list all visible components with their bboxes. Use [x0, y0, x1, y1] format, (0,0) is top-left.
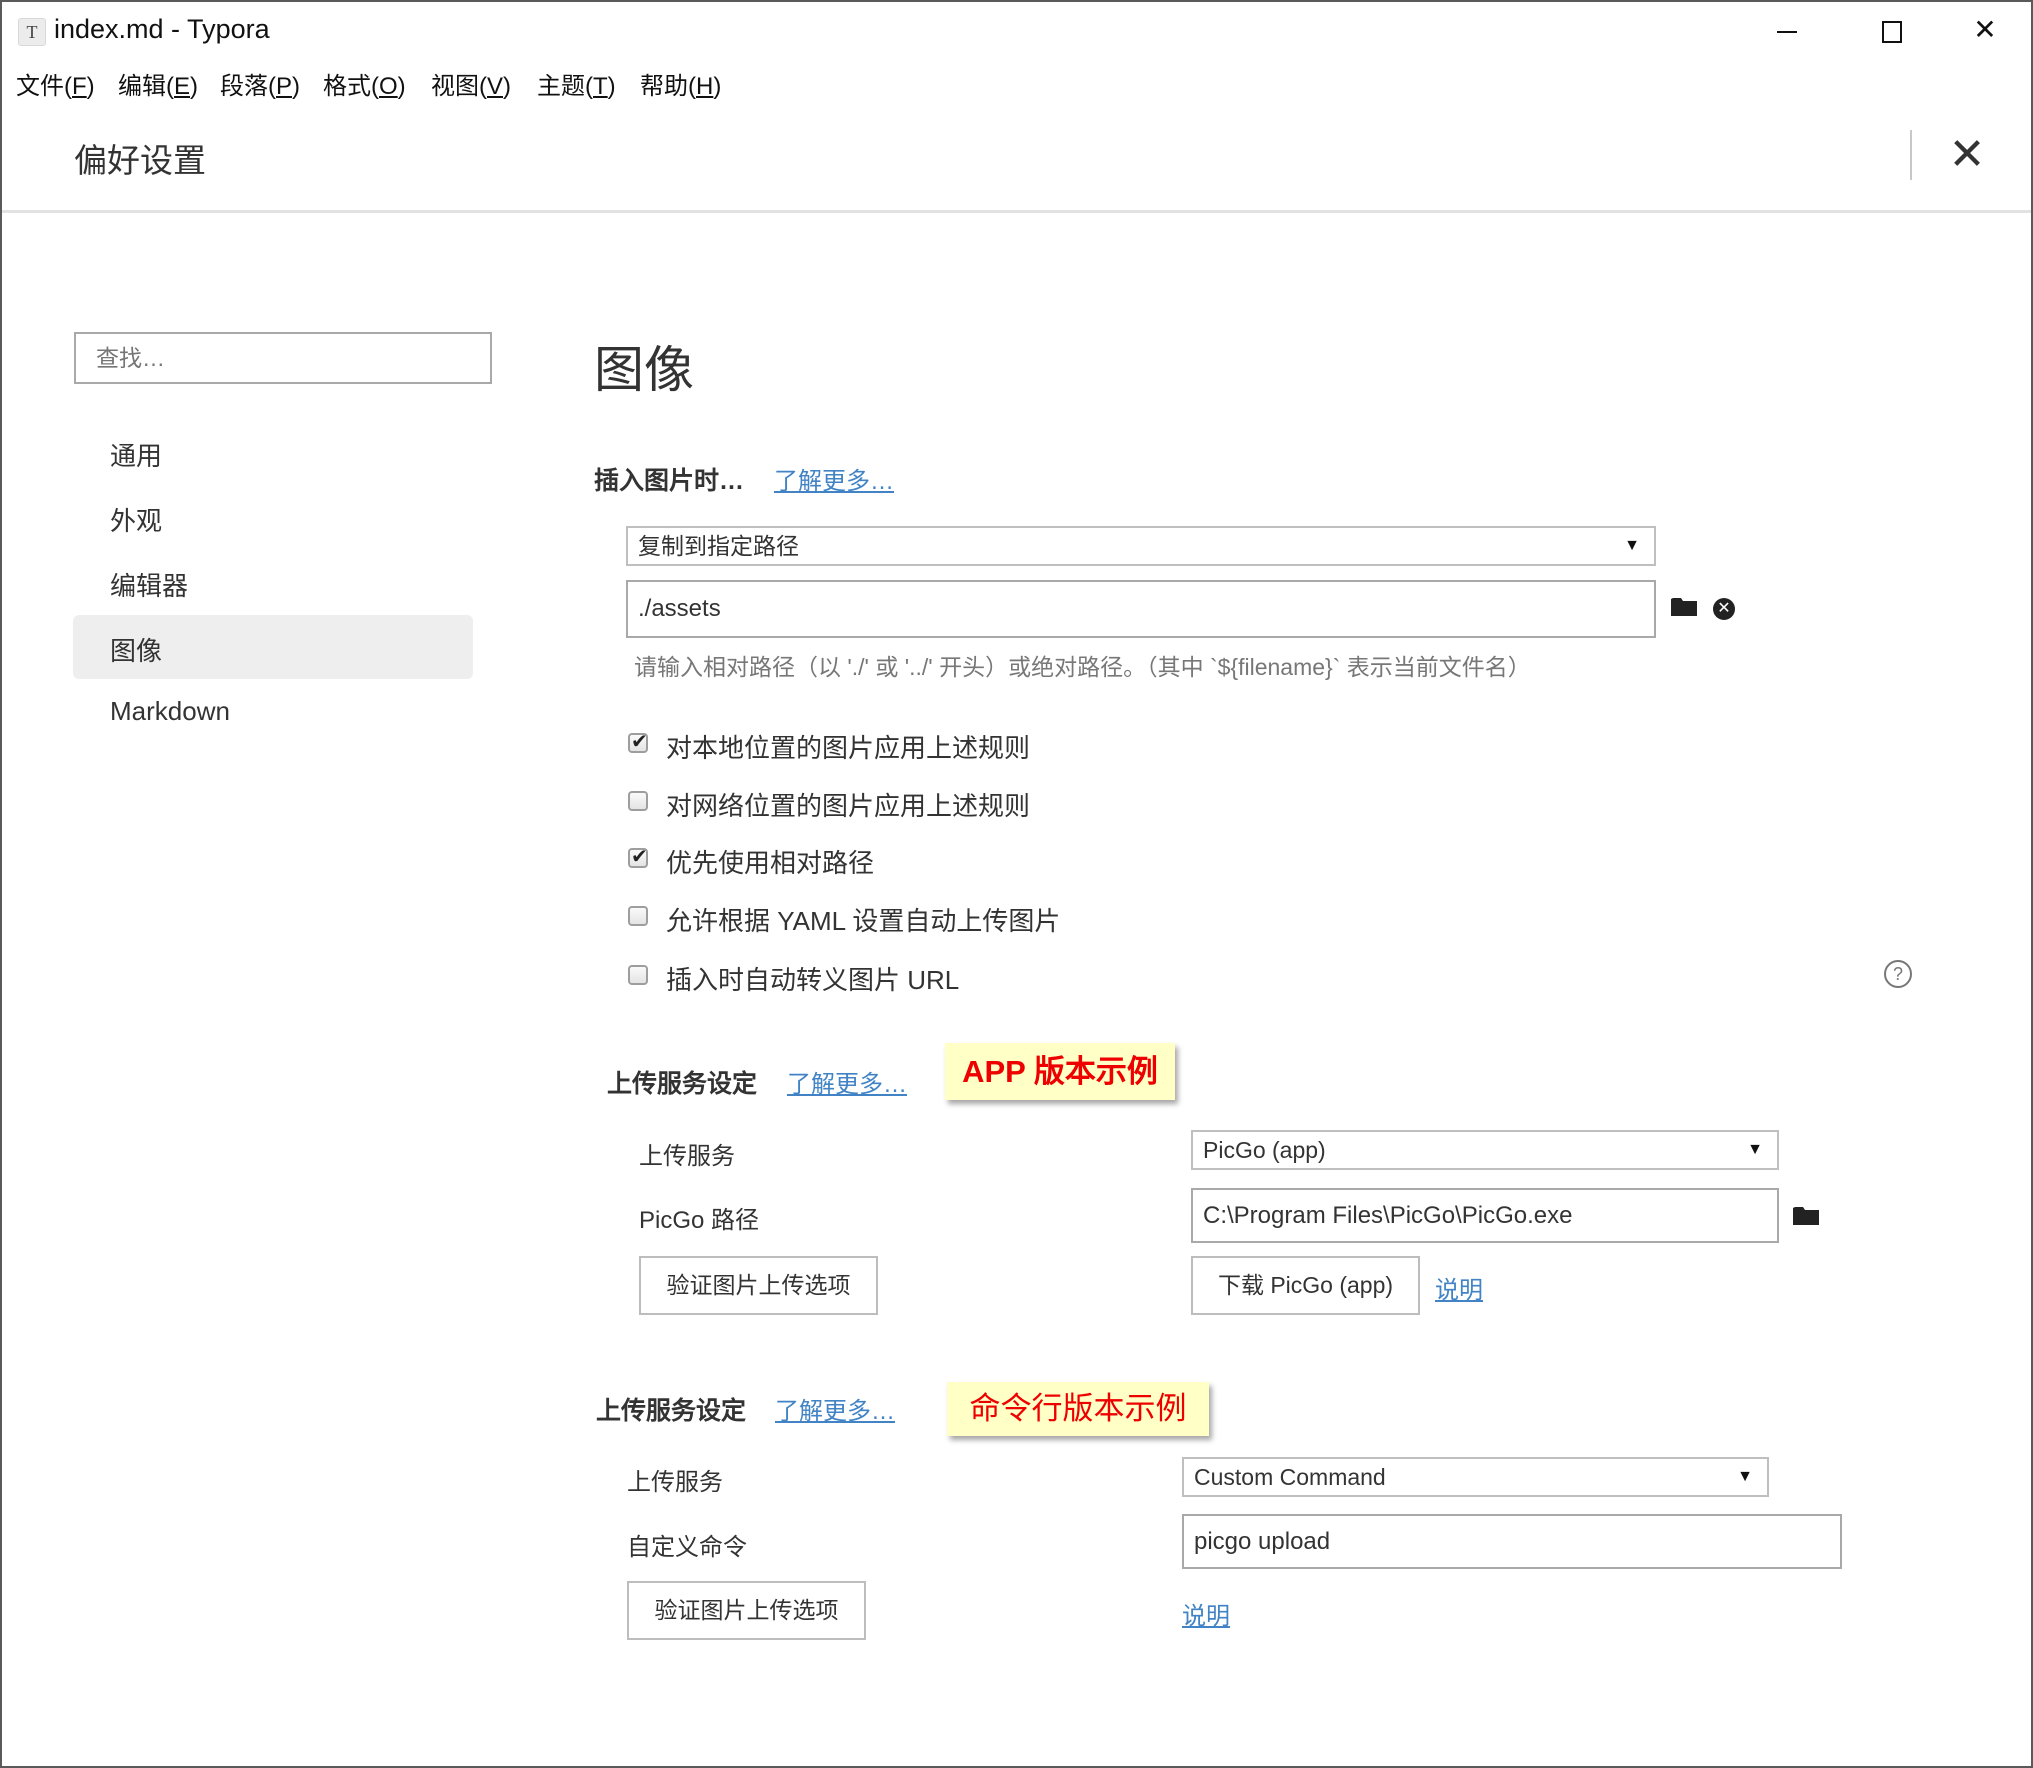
upload-service-label: 上传服务 — [627, 1469, 723, 1496]
dropdown-arrow-icon: ▼ — [1747, 1141, 1763, 1158]
menu-accelerator: E — [174, 73, 191, 100]
minimize-icon — [1777, 30, 1797, 33]
window-close-button[interactable]: ✕ — [1955, 10, 2015, 50]
menu-themes[interactable]: 主题(T) — [537, 66, 616, 101]
upload-cmd-section-title: 上传服务设定 — [596, 1397, 747, 1425]
upload-service-select[interactable]: PicGo (app) ▼ — [1191, 1130, 1779, 1170]
menu-label: 视图 — [431, 73, 479, 100]
insert-learn-more-link[interactable]: 了解更多… — [774, 461, 894, 496]
browse-folder-button[interactable] — [1671, 596, 1697, 621]
menu-label: 帮助 — [640, 73, 688, 100]
menu-label: 段落 — [220, 73, 268, 100]
minimize-button[interactable] — [1757, 10, 1817, 50]
header-divider — [1910, 130, 1912, 180]
menu-label: 文件 — [16, 73, 64, 100]
checkbox-label[interactable]: 对本地位置的图片应用上述规则 — [666, 728, 1030, 765]
folder-icon — [1671, 598, 1697, 616]
typora-app-icon: T — [18, 18, 46, 46]
sidebar-item-markdown[interactable]: Markdown — [110, 696, 230, 727]
image-path-input[interactable]: ./assets — [626, 580, 1656, 638]
preferences-title: 偏好设置 — [74, 142, 206, 179]
menu-format[interactable]: 格式(O) — [323, 66, 406, 101]
help-icon[interactable]: ? — [1884, 960, 1912, 988]
header-separator — [2, 210, 2031, 213]
menu-accelerator: T — [593, 73, 608, 100]
sidebar-item-editor[interactable]: 编辑器 — [110, 566, 188, 603]
menu-paragraph[interactable]: 段落(P) — [220, 66, 300, 101]
browse-picgo-button[interactable] — [1793, 1205, 1819, 1230]
upload-app-section-title: 上传服务设定 — [607, 1070, 758, 1098]
preferences-search-input[interactable] — [74, 332, 492, 384]
upload-cmd-learn-more-link[interactable]: 了解更多… — [775, 1391, 895, 1426]
menu-label: 主题 — [537, 73, 585, 100]
checkbox-label[interactable]: 插入时自动转义图片 URL — [666, 960, 959, 997]
verify-upload-button[interactable]: 验证图片上传选项 — [627, 1581, 866, 1640]
menu-accelerator: V — [487, 73, 504, 100]
path-hint-text: 请输入相对路径（以 './' 或 '../' 开头）或绝对路径。（其中 `${f… — [634, 654, 1531, 680]
close-icon: ✕ — [1973, 14, 1997, 45]
checkbox-prefer-relative[interactable]: ✔ — [628, 846, 648, 868]
check-icon: ✔ — [631, 731, 648, 753]
menu-accelerator: O — [379, 73, 398, 100]
menu-accelerator: P — [276, 73, 293, 100]
menu-accelerator: F — [72, 73, 87, 100]
checkbox-label[interactable]: 对网络位置的图片应用上述规则 — [666, 786, 1030, 823]
typora-window: T index.md - Typora ✕ 文件(F) 编辑(E) 段落(P) … — [0, 0, 2033, 1768]
clear-path-icon[interactable]: ✕ — [1713, 598, 1735, 620]
checkbox-label[interactable]: 优先使用相对路径 — [666, 843, 874, 880]
menu-accelerator: H — [696, 73, 714, 100]
command-help-link[interactable]: 说明 — [1182, 1596, 1230, 1631]
title-bar: T index.md - Typora ✕ — [2, 2, 2031, 59]
checkbox-label[interactable]: 允许根据 YAML 设置自动上传图片 — [666, 901, 1060, 938]
download-picgo-button[interactable]: 下载 PicGo (app) — [1191, 1256, 1420, 1315]
sidebar-item-appearance[interactable]: 外观 — [110, 501, 162, 538]
select-value: Custom Command — [1194, 1464, 1386, 1490]
folder-icon — [1793, 1207, 1819, 1225]
close-icon: ✕ — [1948, 130, 1986, 179]
picgo-path-input[interactable]: C:\Program Files\PicGo\PicGo.exe — [1191, 1188, 1779, 1243]
dropdown-arrow-icon: ▼ — [1737, 1468, 1753, 1485]
dropdown-arrow-icon: ▼ — [1624, 537, 1640, 554]
menu-help[interactable]: 帮助(H) — [640, 66, 721, 101]
menu-edit[interactable]: 编辑(E) — [118, 66, 198, 101]
maximize-button[interactable] — [1862, 10, 1922, 50]
check-icon: ✔ — [631, 846, 648, 868]
insert-action-select[interactable]: 复制到指定路径 ▼ — [626, 526, 1656, 566]
menu-label: 格式 — [323, 73, 371, 100]
insert-image-section-title: 插入图片时… — [594, 467, 745, 495]
preferences-close-button[interactable]: ✕ — [1942, 130, 1992, 180]
checkbox-apply-network[interactable] — [628, 791, 648, 811]
checkbox-escape-url[interactable] — [628, 965, 648, 985]
picgo-help-link[interactable]: 说明 — [1435, 1270, 1483, 1305]
maximize-icon — [1882, 20, 1902, 43]
app-version-note: APP 版本示例 — [945, 1043, 1175, 1100]
picgo-path-label: PicGo 路径 — [639, 1207, 760, 1234]
page-heading: 图像 — [594, 342, 694, 398]
menu-view[interactable]: 视图(V) — [431, 66, 511, 101]
upload-service-select[interactable]: Custom Command ▼ — [1182, 1457, 1769, 1497]
menu-file[interactable]: 文件(F) — [16, 66, 95, 101]
upload-app-learn-more-link[interactable]: 了解更多… — [787, 1064, 907, 1099]
verify-upload-button[interactable]: 验证图片上传选项 — [639, 1256, 878, 1315]
cmd-version-note: 命令行版本示例 — [947, 1382, 1209, 1436]
select-value: PicGo (app) — [1203, 1137, 1326, 1163]
window-title: index.md - Typora — [54, 14, 270, 44]
checkbox-yaml-upload[interactable] — [628, 906, 648, 926]
upload-service-label: 上传服务 — [639, 1143, 735, 1170]
menu-label: 编辑 — [118, 73, 166, 100]
checkbox-apply-local[interactable]: ✔ — [628, 731, 648, 753]
sidebar-item-image[interactable]: 图像 — [110, 631, 162, 668]
custom-command-input[interactable]: picgo upload — [1182, 1514, 1842, 1569]
custom-command-label: 自定义命令 — [627, 1534, 747, 1561]
select-value: 复制到指定路径 — [638, 533, 799, 559]
sidebar-item-general[interactable]: 通用 — [110, 436, 162, 473]
